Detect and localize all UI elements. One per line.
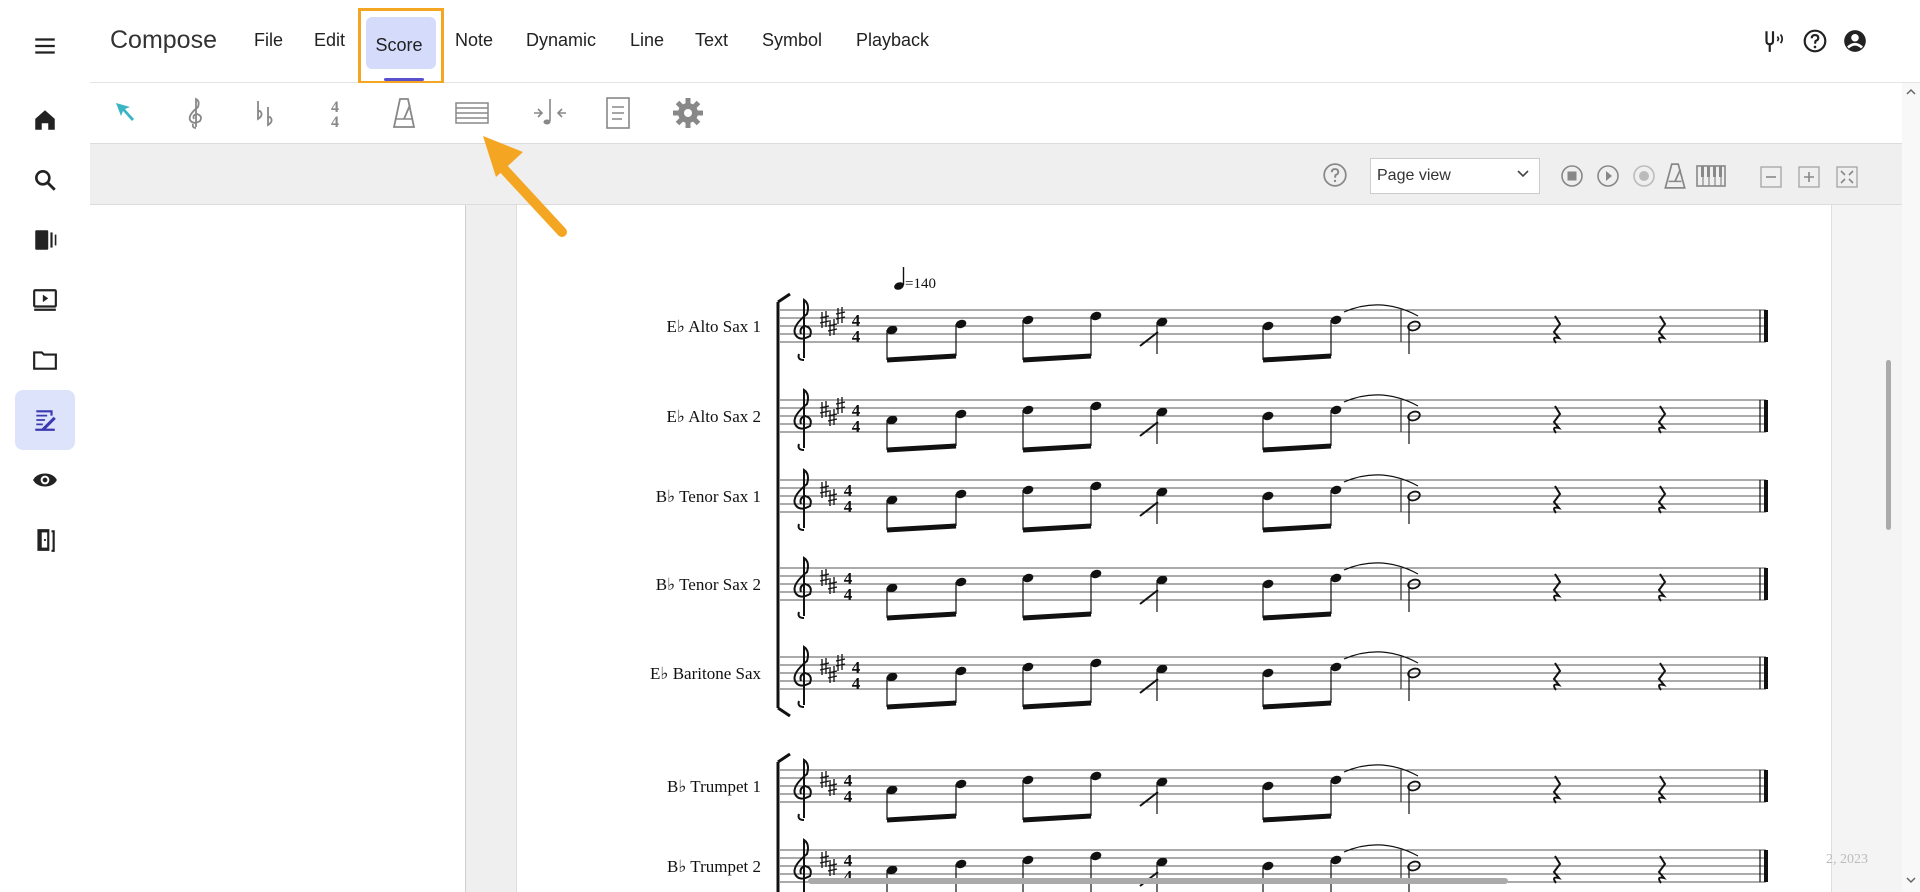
beam (886, 611, 957, 621)
quarter-rest (1552, 485, 1562, 514)
sharp-sign (819, 311, 830, 328)
beam (886, 353, 957, 363)
score-notation[interactable]: =140 E♭ Alto Sax 1 E♭ Alto Sax 2 B♭ Tenor … (0, 0, 1920, 892)
vertical-scrollbar[interactable] (1902, 83, 1920, 892)
beam (1022, 700, 1092, 710)
beam (1022, 443, 1092, 453)
beam (1262, 700, 1332, 710)
staff: 44 (780, 388, 1768, 453)
beam (1022, 611, 1092, 621)
sharp-sign (819, 401, 830, 418)
treble-clef (793, 758, 812, 821)
sharp-sign (827, 859, 838, 876)
tempo-marking: =140 (894, 267, 936, 292)
sharp-sign (819, 569, 830, 586)
time-signature-bottom: 4 (852, 674, 861, 693)
instrument-name: B♭ Tenor Sax 1 (656, 487, 761, 506)
beam (886, 813, 957, 823)
sharp-sign (827, 409, 838, 426)
quarter-rest (1657, 573, 1667, 602)
group-bracket (776, 752, 791, 892)
quarter-rest (1552, 573, 1562, 602)
instrument-name: E♭ Alto Sax 2 (667, 407, 761, 426)
beam (1022, 813, 1092, 823)
staff: 44 (780, 758, 1768, 823)
sharp-sign (827, 319, 838, 336)
horizontal-scroll-thumb[interactable] (808, 878, 1508, 884)
quarter-rest (1657, 662, 1667, 691)
treble-clef (793, 468, 812, 531)
staff: 44 (780, 556, 1768, 621)
sharp-sign (819, 481, 830, 498)
beam (1262, 353, 1332, 363)
beam (1022, 353, 1092, 363)
sharp-sign (819, 658, 830, 675)
sharp-sign (819, 851, 830, 868)
sharp-sign (827, 666, 838, 683)
quarter-rest (1552, 855, 1562, 884)
staff: 44 (780, 468, 1768, 533)
quarter-rest (1657, 405, 1667, 434)
beam (1262, 611, 1332, 621)
time-signature-bottom: 4 (852, 327, 861, 346)
time-signature-bottom: 4 (852, 417, 861, 436)
treble-clef (793, 645, 812, 708)
beam (886, 523, 957, 533)
quarter-rest (1552, 405, 1562, 434)
tempo-value: =140 (905, 276, 936, 292)
treble-clef (793, 388, 812, 451)
treble-clef (793, 556, 812, 619)
quarter-rest (1552, 315, 1562, 344)
instrument-name: E♭ Baritone Sax (650, 664, 761, 683)
staff: 44 (780, 298, 1768, 363)
time-signature-bottom: 4 (844, 585, 853, 604)
instrument-name: B♭ Trumpet 2 (667, 857, 761, 876)
quarter-rest (1657, 485, 1667, 514)
beam (1262, 813, 1332, 823)
quarter-rest (1552, 662, 1562, 691)
sharp-sign (827, 577, 838, 594)
staff: 44 (780, 838, 1768, 892)
instrument-name: B♭ Tenor Sax 2 (656, 575, 761, 594)
quarter-rest (1657, 775, 1667, 804)
beam (886, 700, 957, 710)
time-signature-bottom: 4 (844, 787, 853, 806)
beam (1262, 523, 1332, 533)
instrument-name: E♭ Alto Sax 1 (667, 317, 761, 336)
instrument-name: B♭ Trumpet 1 (667, 777, 761, 796)
beam (1022, 523, 1092, 533)
treble-clef (793, 298, 812, 361)
sharp-sign (819, 771, 830, 788)
beam (886, 443, 957, 453)
time-signature-bottom: 4 (844, 497, 853, 516)
scroll-down-icon[interactable] (1906, 875, 1916, 885)
page-footer-text: 2, 2023 (1826, 852, 1868, 867)
staff: 44 (780, 645, 1768, 710)
beam (1262, 443, 1332, 453)
app-window: Compose File Edit Score Note Dynamic Lin… (0, 0, 1920, 892)
group-bracket (776, 292, 791, 718)
tutorial-arrow (483, 136, 567, 237)
quarter-rest (1657, 855, 1667, 884)
vertical-scroll-thumb[interactable] (1886, 360, 1891, 530)
quarter-rest (1552, 775, 1562, 804)
scroll-up-icon[interactable] (1906, 87, 1916, 97)
quarter-rest (1657, 315, 1667, 344)
sharp-sign (827, 779, 838, 796)
sharp-sign (827, 489, 838, 506)
